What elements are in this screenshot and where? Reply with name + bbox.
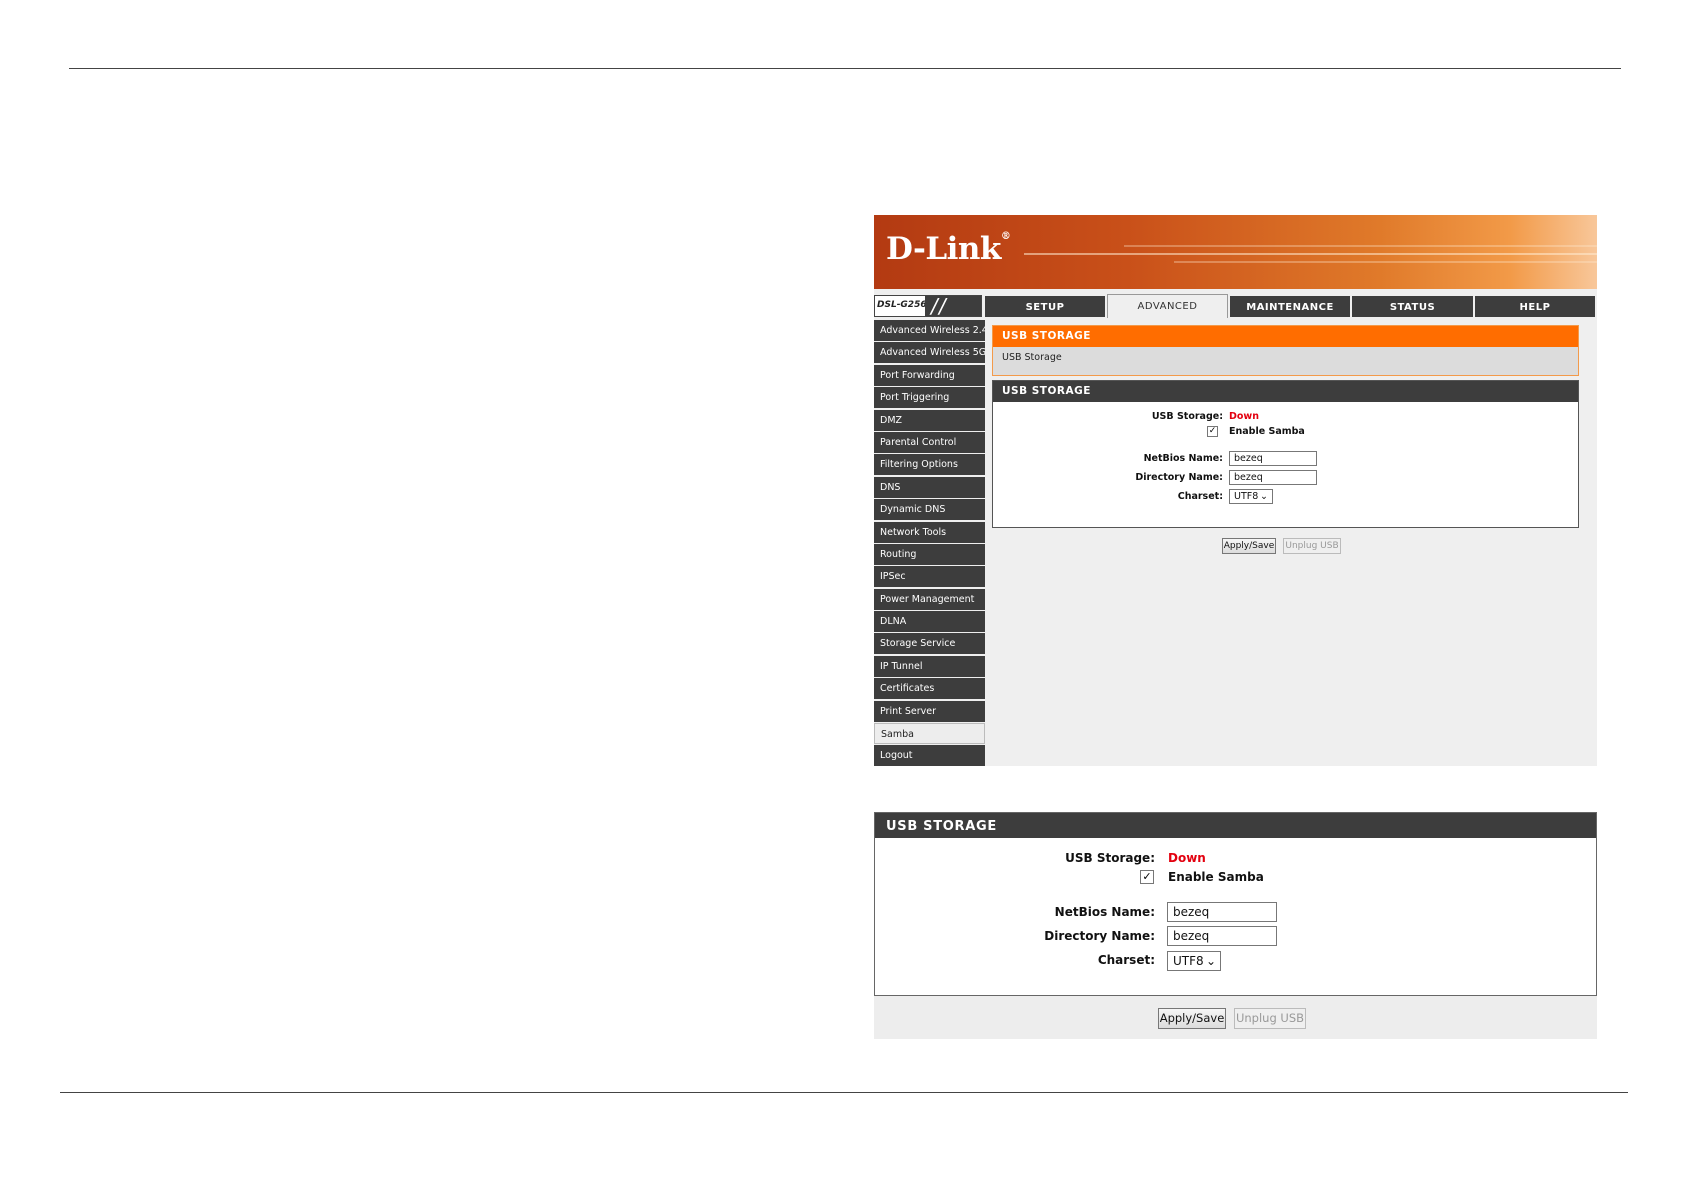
sidebar-item-network-tools[interactable]: Network Tools — [874, 521, 985, 543]
enable-samba-checkbox-zoom[interactable]: ✓ — [1140, 870, 1154, 884]
directory-label: Directory Name: — [1135, 472, 1223, 483]
usb-storage-form: USB STORAGE USB Storage: Down ✓ Enable S… — [992, 380, 1579, 528]
model-badge: DSL-G256DG / / — [874, 294, 982, 318]
apply-save-button-zoom[interactable]: Apply/Save — [1158, 1008, 1226, 1029]
sidebar-item-parental-control[interactable]: Parental Control — [874, 431, 985, 453]
sidebar-item-port-forwarding[interactable]: Port Forwarding — [874, 364, 985, 386]
sidebar-menu: Advanced Wireless 2.4G Advanced Wireless … — [874, 320, 985, 766]
sidebar-item-power-management[interactable]: Power Management — [874, 588, 985, 610]
intro-panel: USB STORAGE USB Storage — [992, 325, 1579, 376]
sidebar-item-dynamic-dns[interactable]: Dynamic DNS — [874, 499, 985, 521]
tab-status[interactable]: STATUS — [1352, 296, 1473, 317]
enable-samba-label-zoom: Enable Samba — [1168, 870, 1264, 884]
netbios-input[interactable]: bezeq — [1229, 451, 1317, 466]
unplug-usb-button[interactable]: Unplug USB — [1283, 538, 1341, 554]
sidebar-item-dns[interactable]: DNS — [874, 476, 985, 498]
usb-storage-zoom-screenshot: USB STORAGE USB Storage: Down ✓ Enable S… — [874, 812, 1597, 1039]
directory-input-zoom[interactable]: bezeq — [1167, 926, 1277, 946]
netbios-label: NetBios Name: — [1143, 453, 1223, 464]
sidebar-item-routing[interactable]: Routing — [874, 543, 985, 565]
usb-storage-label-zoom: USB Storage: — [1065, 851, 1155, 865]
tab-setup[interactable]: SETUP — [985, 296, 1105, 317]
intro-panel-text: USB Storage — [1002, 352, 1062, 363]
sidebar-item-logout[interactable]: Logout — [874, 745, 985, 766]
chevron-down-icon: ⌄ — [1205, 954, 1216, 968]
sidebar-item-ipsec[interactable]: IPSec — [874, 566, 985, 588]
tab-advanced[interactable]: ADVANCED — [1107, 294, 1228, 318]
header-banner: D-Link® — [874, 215, 1597, 289]
directory-label-zoom: Directory Name: — [1044, 929, 1155, 943]
sidebar-item-print-server[interactable]: Print Server — [874, 700, 985, 722]
intro-panel-title: USB STORAGE — [993, 326, 1578, 347]
form-title-zoom: USB STORAGE — [875, 813, 1596, 838]
sidebar-item-dlna[interactable]: DLNA — [874, 611, 985, 633]
dlink-logo: D-Link® — [886, 231, 1011, 267]
directory-input[interactable]: bezeq — [1229, 470, 1317, 485]
page-top-rule — [69, 68, 1621, 69]
netbios-input-zoom[interactable]: bezeq — [1167, 902, 1277, 922]
enable-samba-checkbox[interactable]: ✓ — [1207, 426, 1218, 437]
sidebar-item-storage-service[interactable]: Storage Service — [874, 633, 985, 655]
sidebar-item-port-triggering[interactable]: Port Triggering — [874, 387, 985, 409]
checkmark-icon: ✓ — [1142, 870, 1152, 883]
chevron-down-icon: ⌄ — [1260, 491, 1268, 502]
page-bottom-rule — [60, 1092, 1628, 1093]
netbios-label-zoom: NetBios Name: — [1054, 905, 1155, 919]
sidebar-item-advanced-wireless-2-4g[interactable]: Advanced Wireless 2.4G — [874, 320, 985, 341]
usb-storage-status-zoom: Down — [1168, 851, 1206, 865]
charset-label: Charset: — [1177, 491, 1223, 502]
enable-samba-label: Enable Samba — [1229, 426, 1305, 437]
charset-select[interactable]: UTF8 ⌄ — [1229, 489, 1273, 504]
usb-storage-label: USB Storage: — [1151, 411, 1223, 422]
tab-maintenance[interactable]: MAINTENANCE — [1230, 296, 1350, 317]
sidebar-item-certificates[interactable]: Certificates — [874, 678, 985, 700]
sidebar-item-dmz[interactable]: DMZ — [874, 409, 985, 431]
charset-label-zoom: Charset: — [1097, 953, 1155, 967]
form-title: USB STORAGE — [993, 381, 1578, 402]
charset-value: UTF8 — [1234, 491, 1259, 502]
charset-select-zoom[interactable]: UTF8 ⌄ — [1167, 951, 1221, 971]
sidebar-item-advanced-wireless-5g[interactable]: Advanced Wireless 5G — [874, 342, 985, 364]
sidebar-item-ip-tunnel[interactable]: IP Tunnel — [874, 655, 985, 677]
unplug-usb-button-zoom[interactable]: Unplug USB — [1234, 1008, 1306, 1029]
charset-value-zoom: UTF8 — [1173, 954, 1204, 968]
usb-storage-form-zoom: USB STORAGE USB Storage: Down ✓ Enable S… — [874, 812, 1597, 996]
sidebar-item-samba[interactable]: Samba — [874, 723, 985, 745]
usb-storage-status: Down — [1229, 411, 1259, 422]
sidebar-item-filtering-options[interactable]: Filtering Options — [874, 454, 985, 476]
router-page-screenshot: D-Link® DSL-G256DG / / SETUP ADVANCED MAI… — [874, 215, 1597, 766]
checkmark-icon: ✓ — [1208, 426, 1217, 436]
apply-save-button[interactable]: Apply/Save — [1222, 538, 1276, 554]
tab-help[interactable]: HELP — [1475, 296, 1595, 317]
